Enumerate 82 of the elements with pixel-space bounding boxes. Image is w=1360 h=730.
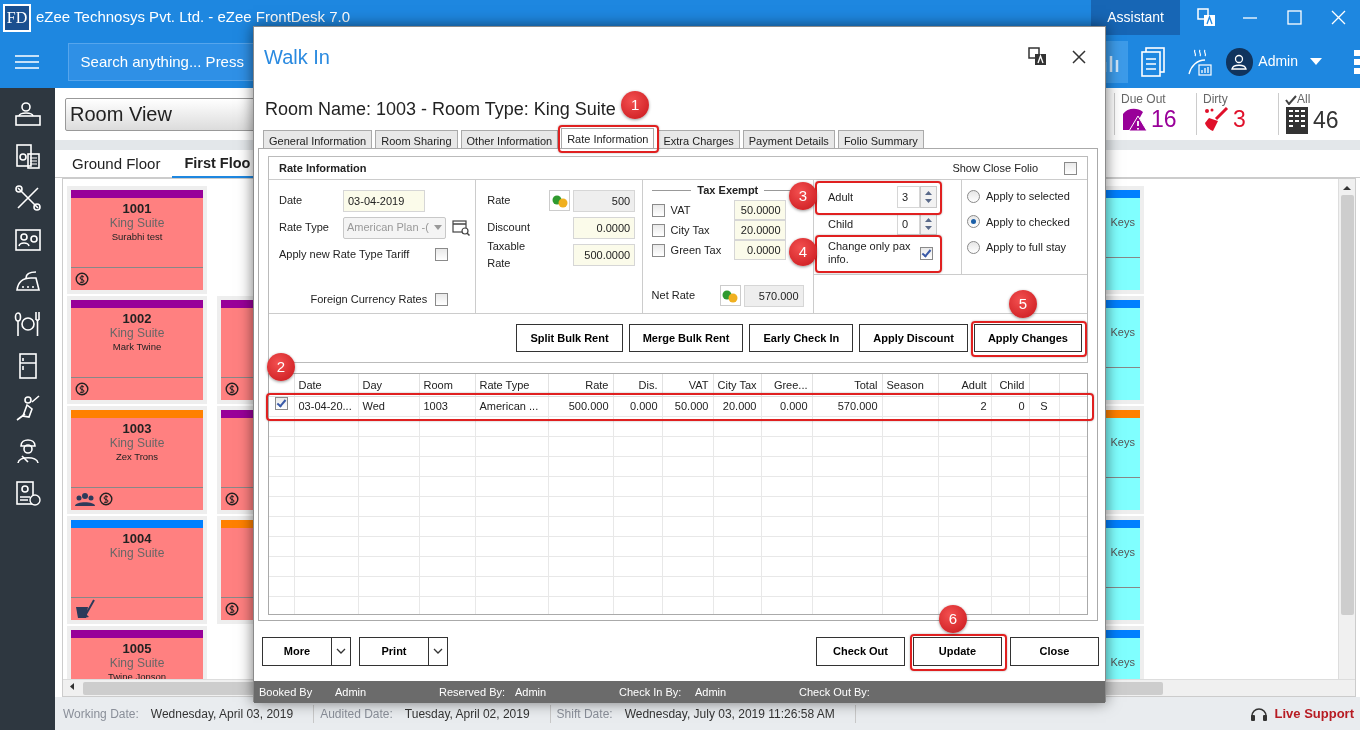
app-logo: FD [3,3,31,32]
stat-label: All [1297,93,1311,106]
room-number: 1001 [121,201,153,216]
guest-name: Mark Twine [111,340,163,354]
info-value: Admin [695,684,728,700]
stat-count: 16 [1151,106,1177,132]
status-label: Working Date: [63,705,139,723]
info-value: Admin [335,684,368,700]
info-label: Reserved By: [439,684,507,700]
stat-count: 3 [1233,106,1246,132]
table-cell: 500.000 [548,396,613,416]
table-cell: 0.000 [761,396,812,416]
step-badge: 6 [939,604,967,633]
step-badge: 2 [267,353,295,381]
room-number: 1003 [121,421,153,436]
window-title: eZee Technosys Pvt. Ltd. - eZee FrontDesk 7.0 [36,7,351,28]
field-label: Adult [828,189,855,205]
field-label: Net Rate [651,288,697,304]
table-cell: 0 [991,396,1029,416]
room-type: King Suite [108,436,166,450]
stat-label: Due Out [1121,93,1166,106]
section-title: Tax Exempt [697,182,759,198]
card-text: Keys [1110,655,1135,670]
field-label: Discount [487,220,531,236]
checkbox-label: City Tax [670,222,711,238]
info-label: Booked By [259,684,314,700]
info-value: Admin [515,684,548,700]
table-cell: 2 [938,396,991,416]
checkbox-label: Change only pax info. [828,240,912,266]
radio-label: Apply to selected [986,189,1070,204]
room-heading: Room Name: 1003 - Room Type: King Suite [265,98,616,121]
dialog-title: Walk In [264,44,330,70]
room-number: 1002 [121,311,153,326]
room-number: 1005 [121,641,153,656]
table-cell: S [1029,396,1059,416]
step-badge: 3 [789,182,817,210]
status-label: Shift Date: [556,705,613,723]
radio-label: Apply to checked [986,214,1070,230]
table-cell: 20.000 [713,396,761,416]
card-text: Keys [1110,435,1135,450]
room-type: King Suite [108,656,166,670]
card-text: Keys [1110,215,1135,230]
rate-type-dropdown: American Plan -( [343,216,446,239]
table-cell: Wed [358,396,419,416]
status-label: Audited Date: [320,705,393,723]
status-value: Tuesday, April 02, 2019 [404,705,530,723]
card-text: Keys [1110,325,1135,340]
field-label: Taxable Rate [487,239,527,271]
field-label: Date [279,193,304,209]
table-cell: 1003 [419,396,475,416]
info-label: Check In By: [619,684,683,700]
stat-label: Dirty [1203,93,1228,106]
checkbox-label: Apply new Rate Type Tariff [279,247,411,263]
room-type: King Suite [108,326,166,340]
step-badge: 5 [1008,290,1037,318]
guest-name: Surabhi test [110,230,164,244]
user-name: Admin [1258,52,1298,71]
group-title: Rate Information [279,160,367,176]
checkbox-label: VAT [670,202,692,218]
field-label: Rate [487,193,512,209]
checkbox-label: Green Tax [670,242,723,258]
field-label: Rate Type [279,220,330,236]
status-value: Wednesday, July 03, 2019 11:26:58 AM [624,705,835,723]
radio-label: Apply to full stay [986,240,1067,255]
room-number: 1004 [121,531,153,546]
card-text: Keys [1110,545,1135,560]
checkbox-label: Foreign Currency Rates [310,291,428,307]
table-cell: American ... [475,396,548,416]
checkbox-label: Show Close Folio [952,160,1038,176]
step-badge: 1 [621,91,650,119]
table-cell: 03-04-20... [294,396,358,416]
info-label: Check Out By: [799,684,871,700]
step-badge: 4 [789,238,817,266]
guest-name: Zex Trons [114,450,160,464]
table-cell: 0.000 [613,396,662,416]
table-cell: 570.000 [812,396,882,416]
room-type: King Suite [108,216,166,230]
stat-count: 46 [1313,107,1339,133]
table-cell: 50.000 [662,396,713,416]
field-label: Child [828,216,855,232]
status-value: Wednesday, April 03, 2019 [150,705,294,723]
room-type: King Suite [108,546,166,560]
